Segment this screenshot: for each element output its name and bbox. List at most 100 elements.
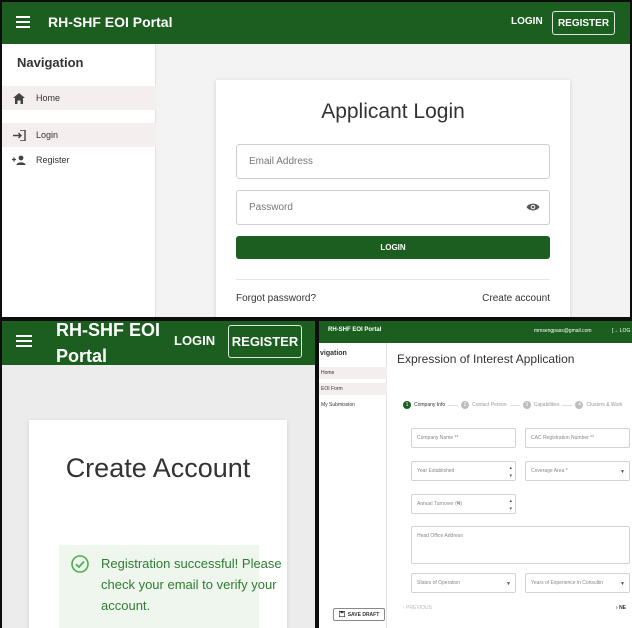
card-title: Create Account bbox=[65, 453, 251, 483]
app-title: RH-SHF EOI Portal bbox=[56, 321, 161, 366]
annual-turnover-field[interactable]: Annual Turnover (₦) ▴ ▾ bbox=[411, 494, 516, 514]
logout-button[interactable]: [→ LOG bbox=[612, 328, 630, 334]
email-placeholder: Email Address bbox=[249, 156, 313, 167]
person-add-icon bbox=[12, 153, 26, 167]
logout-icon: [→ bbox=[612, 328, 619, 334]
field-label: States of Operation bbox=[417, 580, 461, 586]
nav-heading: Navigation bbox=[17, 55, 84, 70]
password-field[interactable]: Password bbox=[236, 190, 550, 225]
app-bar: RH-SHF EOI Portal LOGIN REGISTER bbox=[2, 321, 315, 366]
check-circle-icon bbox=[71, 555, 89, 578]
number-spinner-icon[interactable]: ▴ ▾ bbox=[509, 464, 512, 480]
nav-item-label: Home bbox=[321, 370, 335, 376]
previous-button[interactable]: ‹ PREVIOUS bbox=[403, 605, 432, 611]
main-content: Applicant Login Email Address Password L… bbox=[156, 44, 630, 317]
nav-item-label: EOI Form bbox=[321, 386, 343, 392]
app-bar: RH-SHF EOI Portal LOGIN REGISTER bbox=[2, 2, 630, 44]
success-alert: Registration successful! Please check yo… bbox=[59, 545, 282, 628]
head-office-address-field[interactable]: Head Office Address bbox=[411, 526, 630, 564]
step-connector bbox=[562, 404, 573, 406]
nav-item-login[interactable]: Login bbox=[2, 123, 156, 147]
step-label: Clusters & Work bbox=[586, 402, 623, 408]
next-label: NE bbox=[619, 605, 627, 611]
step-connector bbox=[448, 404, 459, 406]
step-number: 3 bbox=[522, 401, 531, 409]
next-button[interactable]: › NE bbox=[616, 605, 626, 611]
step-clusters-work[interactable]: 4 Clusters & Work bbox=[575, 401, 623, 409]
login-icon bbox=[12, 128, 26, 142]
register-screen: RH-SHF EOI Portal LOGIN REGISTER Create … bbox=[2, 321, 315, 628]
nav-item-my-submission[interactable]: My Submission bbox=[319, 399, 387, 411]
success-message: Registration successful! Please check yo… bbox=[101, 556, 282, 613]
nav-item-eoi-form[interactable]: EOI Form bbox=[319, 383, 387, 395]
header-login-button[interactable]: LOGIN bbox=[511, 16, 543, 27]
nav-item-label: My Submission bbox=[321, 402, 355, 408]
app-bar: RH-SHF EOI Portal mmsengpass@gmail.com [… bbox=[319, 321, 632, 343]
side-navigation: Navigation Home Login Register bbox=[2, 44, 156, 317]
nav-item-label: Register bbox=[36, 155, 70, 165]
form-stepper: 1 Company Info 2 Contact Person 3 Capabi… bbox=[403, 400, 632, 410]
email-field[interactable]: Email Address bbox=[236, 144, 550, 179]
register-card: Create Account Registration successful! … bbox=[29, 420, 287, 628]
step-connector bbox=[509, 404, 520, 406]
forgot-password-link[interactable]: Forgot password? bbox=[236, 293, 316, 304]
step-label: Company Info bbox=[414, 402, 446, 408]
field-label: Coverage Area * bbox=[531, 468, 568, 474]
user-email: mmsengpass@gmail.com bbox=[534, 328, 592, 334]
nav-item-home[interactable]: Home bbox=[319, 367, 387, 379]
nav-item-label: Home bbox=[36, 93, 61, 103]
step-label: Capabilities bbox=[533, 402, 560, 408]
experience-select[interactable]: Years of Experience in Consultin ▼ bbox=[525, 573, 630, 593]
nav-item-register[interactable]: Register bbox=[2, 148, 156, 172]
page-title: Expression of Interest Application bbox=[397, 352, 575, 366]
header-register-button[interactable]: REGISTER bbox=[228, 325, 302, 358]
chevron-down-icon: ▼ bbox=[620, 581, 625, 587]
app-title: RH-SHF EOI Portal bbox=[328, 327, 382, 333]
step-number: 4 bbox=[575, 401, 584, 409]
logout-label: LOG bbox=[619, 328, 631, 334]
year-established-field[interactable]: Year Established ▴ ▾ bbox=[411, 461, 516, 481]
header-login-button[interactable]: LOGIN bbox=[174, 333, 215, 348]
step-number: 2 bbox=[461, 401, 470, 409]
step-contact-person[interactable]: 2 Contact Person bbox=[461, 401, 507, 409]
save-draft-label: SAVE DRAFT bbox=[347, 611, 380, 618]
save-icon bbox=[338, 610, 345, 619]
eoi-screen: RH-SHF EOI Portal mmsengpass@gmail.com [… bbox=[319, 321, 632, 628]
step-company-info[interactable]: 1 Company Info bbox=[403, 401, 445, 409]
login-screen: RH-SHF EOI Portal LOGIN REGISTER Navigat… bbox=[2, 2, 630, 317]
field-label: Head Office Address bbox=[417, 533, 463, 539]
login-card: Applicant Login Email Address Password L… bbox=[216, 80, 570, 317]
menu-icon[interactable] bbox=[16, 335, 32, 348]
coverage-area-select[interactable]: Coverage Area * ▼ bbox=[525, 461, 630, 481]
divider bbox=[236, 279, 550, 280]
password-placeholder: Password bbox=[249, 202, 293, 213]
step-label: Contact Person bbox=[472, 402, 507, 408]
header-register-button[interactable]: REGISTER bbox=[552, 11, 615, 35]
nav-item-home[interactable]: Home bbox=[2, 86, 156, 110]
previous-label: PREVIOUS bbox=[406, 605, 432, 611]
nav-heading: vigation bbox=[320, 350, 347, 357]
create-account-link[interactable]: Create account bbox=[482, 293, 550, 304]
eye-icon[interactable] bbox=[526, 202, 540, 215]
field-label: Years of Experience in Consultin bbox=[531, 580, 604, 586]
app-title: RH-SHF EOI Portal bbox=[48, 14, 173, 30]
step-number: 1 bbox=[403, 401, 411, 409]
chevron-down-icon: ▼ bbox=[506, 581, 511, 587]
menu-icon[interactable] bbox=[16, 16, 30, 28]
nav-item-label: Login bbox=[36, 130, 59, 140]
card-title: Applicant Login bbox=[321, 100, 465, 123]
side-navigation: vigation Home EOI Form My Submission bbox=[319, 343, 387, 628]
step-capabilities[interactable]: 3 Capabilities bbox=[522, 401, 560, 409]
field-label: CAC Registration Number ** bbox=[531, 435, 595, 441]
company-name-field[interactable]: Company Name ** bbox=[411, 428, 516, 448]
cac-number-field[interactable]: CAC Registration Number ** bbox=[525, 428, 630, 448]
states-of-operation-select[interactable]: States of Operation ▼ bbox=[411, 573, 516, 593]
field-label: Company Name ** bbox=[417, 435, 459, 441]
home-icon bbox=[12, 91, 26, 105]
number-spinner-icon[interactable]: ▴ ▾ bbox=[509, 497, 512, 513]
field-label: Annual Turnover (₦) bbox=[417, 501, 463, 507]
chevron-down-icon: ▼ bbox=[620, 469, 625, 475]
login-button[interactable]: LOGIN bbox=[236, 236, 550, 259]
save-draft-button[interactable]: SAVE DRAFT bbox=[333, 608, 385, 621]
main-content: Expression of Interest Application 1 Com… bbox=[387, 343, 632, 628]
